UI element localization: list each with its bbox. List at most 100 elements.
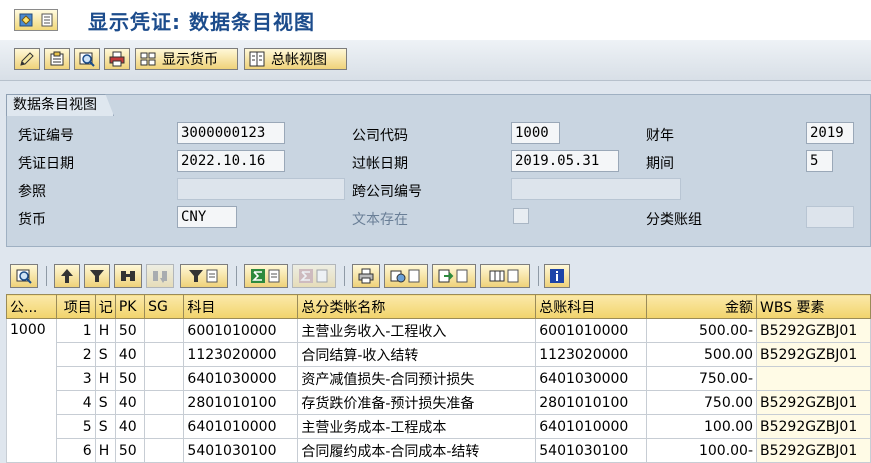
amount-cell: 100.00 bbox=[646, 414, 758, 439]
doc-number-field[interactable]: 3000000123 bbox=[177, 122, 285, 144]
title-bar: 显示凭证: 数据条目视图 bbox=[0, 0, 871, 40]
col-header-account-name[interactable]: 总分类帐名称 bbox=[297, 294, 537, 319]
tab-data-entry-view[interactable]: 数据条目视图 bbox=[6, 94, 114, 116]
tools-icon bbox=[19, 13, 33, 27]
edit-button[interactable] bbox=[14, 48, 40, 70]
sort-asc-icon bbox=[61, 269, 73, 283]
col-header-pk[interactable]: PK bbox=[114, 294, 146, 319]
toolbar-separator bbox=[538, 266, 539, 286]
wbs-cell: B5292GZBJ01 bbox=[756, 438, 871, 463]
toolbar-separator bbox=[46, 266, 47, 286]
account-cell: 6001010000 bbox=[183, 318, 299, 343]
reference-label: 参照 bbox=[18, 184, 46, 200]
print-preview-button[interactable] bbox=[104, 48, 130, 70]
table-row[interactable]: 6 H 50 5401030100 合同履约成本-合同成本-结转 5401030… bbox=[7, 438, 871, 463]
subtotal-icon bbox=[299, 269, 313, 283]
dc-cell: H bbox=[94, 366, 116, 391]
gl-account-cell: 2801010100 bbox=[535, 390, 648, 415]
pk-cell: 50 bbox=[114, 438, 146, 463]
pk-cell: 40 bbox=[114, 390, 146, 415]
col-header-sg[interactable]: SG bbox=[144, 294, 185, 319]
table-row[interactable]: 3 H 50 6401030000 资产减值损失-合同预计损失 64010300… bbox=[7, 366, 871, 391]
gl-view-label: 总帐视图 bbox=[271, 52, 327, 68]
col-header-dc[interactable]: 记 bbox=[94, 294, 116, 319]
overview-icon bbox=[79, 52, 95, 67]
cross-company-label: 跨公司编号 bbox=[352, 184, 422, 200]
page-title: 显示凭证: 数据条目视图 bbox=[88, 10, 315, 34]
posting-date-field[interactable]: 2019.05.31 bbox=[511, 150, 619, 172]
display-change-button[interactable] bbox=[44, 48, 70, 70]
dc-cell: H bbox=[94, 318, 116, 343]
account-name-cell: 合同结算-收入结转 bbox=[297, 342, 537, 367]
dc-cell: S bbox=[94, 390, 116, 415]
col-header-account[interactable]: 科目 bbox=[183, 294, 299, 319]
col-header-company[interactable]: 公... bbox=[5, 294, 58, 319]
amount-cell: 750.00 bbox=[646, 390, 758, 415]
table-row[interactable]: 1000 1 H 50 6001010000 主营业务收入-工程收入 60010… bbox=[5, 318, 871, 463]
change-layout-button[interactable] bbox=[384, 264, 428, 288]
cross-company-field[interactable] bbox=[511, 178, 681, 200]
ledger-group-field[interactable] bbox=[806, 206, 854, 228]
details-button[interactable] bbox=[10, 264, 38, 288]
table-row[interactable]: 5 S 40 6401010000 主营业务成本-工程成本 6401010000… bbox=[7, 414, 871, 439]
sort-ascending-button[interactable] bbox=[54, 264, 80, 288]
sort-descending-button[interactable] bbox=[84, 264, 110, 288]
company-code-field[interactable]: 1000 bbox=[511, 122, 560, 144]
dc-cell: S bbox=[94, 414, 116, 439]
gl-view-button[interactable]: 总帐视图 bbox=[244, 48, 347, 70]
show-currency-button[interactable]: 显示货币 bbox=[135, 48, 238, 70]
sg-cell bbox=[144, 414, 185, 439]
period-field[interactable]: 5 bbox=[806, 150, 833, 172]
dropdown-menu-icon bbox=[316, 269, 328, 283]
table-row[interactable]: 2 S 40 1123020000 合同结算-收入结转 1123020000 5… bbox=[7, 342, 871, 367]
col-header-wbs[interactable]: WBS 要素 bbox=[756, 294, 871, 319]
col-header-amount[interactable]: 金额 bbox=[646, 294, 758, 319]
company-code-label: 公司代码 bbox=[352, 128, 408, 144]
info-button[interactable] bbox=[544, 264, 570, 288]
account-name-cell: 主营业务成本-工程成本 bbox=[297, 414, 537, 439]
wbs-cell: B5292GZBJ01 bbox=[756, 390, 871, 415]
show-currency-label: 显示货币 bbox=[162, 52, 218, 68]
find-next-icon bbox=[153, 271, 167, 283]
details-icon bbox=[16, 269, 32, 284]
sum-button[interactable] bbox=[244, 264, 288, 288]
amount-cell: 750.00- bbox=[646, 366, 758, 391]
dropdown-menu-icon bbox=[507, 269, 519, 283]
table-row[interactable]: 4 S 40 2801010100 存货跌价准备-预计损失准备 28010101… bbox=[7, 390, 871, 415]
pk-cell: 40 bbox=[114, 414, 146, 439]
document-icon bbox=[41, 13, 53, 27]
currency-field[interactable]: CNY bbox=[177, 206, 237, 228]
set-filter-icon bbox=[189, 270, 203, 282]
menu-toggle-button[interactable] bbox=[14, 9, 58, 31]
col-header-gl-account[interactable]: 总账科目 bbox=[535, 294, 648, 319]
text-exists-checkbox[interactable] bbox=[513, 208, 529, 224]
doc-date-field[interactable]: 2022.10.16 bbox=[177, 150, 285, 172]
text-exists-label: 文本存在 bbox=[352, 212, 408, 228]
fiscal-year-field[interactable]: 2019 bbox=[806, 122, 854, 144]
wbs-cell: B5292GZBJ01 bbox=[756, 318, 871, 343]
export-button[interactable] bbox=[432, 264, 476, 288]
account-cell: 5401030100 bbox=[183, 438, 299, 463]
gl-view-icon bbox=[249, 51, 265, 67]
pencil-icon bbox=[20, 52, 34, 66]
subtotal-button[interactable] bbox=[292, 264, 336, 288]
item-cell: 5 bbox=[56, 414, 96, 439]
select-layout-button[interactable] bbox=[480, 264, 530, 288]
amount-cell: 100.00- bbox=[646, 438, 758, 463]
toolbar-separator bbox=[236, 266, 237, 286]
print-button[interactable] bbox=[352, 264, 380, 288]
overview-button[interactable] bbox=[74, 48, 100, 70]
set-filter-button[interactable] bbox=[180, 264, 228, 288]
col-header-item[interactable]: 项目 bbox=[56, 294, 96, 319]
account-cell: 6401010000 bbox=[183, 414, 299, 439]
doc-date-label: 凭证日期 bbox=[18, 156, 74, 172]
item-cell: 1 bbox=[56, 318, 96, 343]
reference-field[interactable] bbox=[177, 178, 345, 200]
account-cell: 6401030000 bbox=[183, 366, 299, 391]
find-button[interactable] bbox=[114, 264, 142, 288]
dropdown-menu-icon bbox=[456, 269, 468, 283]
gl-account-cell: 6401010000 bbox=[535, 414, 648, 439]
dc-cell: H bbox=[94, 438, 116, 463]
find-next-button[interactable] bbox=[146, 264, 174, 288]
pk-cell: 50 bbox=[114, 366, 146, 391]
